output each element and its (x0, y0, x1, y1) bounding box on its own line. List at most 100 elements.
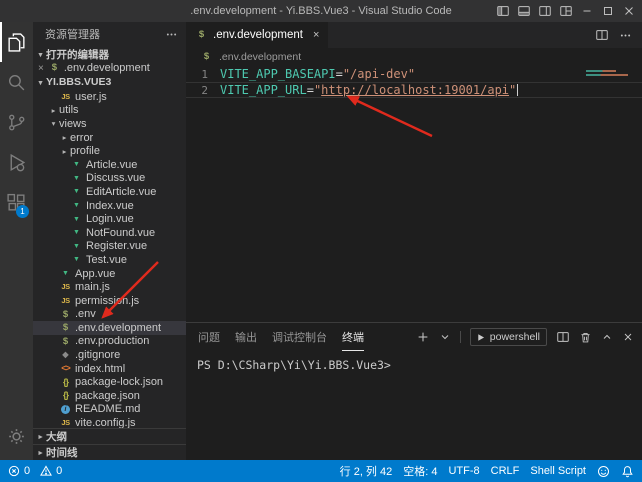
chevron-down-icon[interactable] (439, 331, 451, 343)
sidebar-title-bar: 资源管理器 (33, 22, 186, 46)
shell-label: powershell (490, 331, 540, 343)
tree-item-package-lock-json[interactable]: {}package-lock.json (33, 375, 186, 389)
toggle-sidebar-icon[interactable] (493, 2, 512, 20)
notifications-bell-icon[interactable] (621, 465, 634, 478)
json-file-icon: {} (59, 378, 72, 387)
file-label: Test.vue (86, 254, 127, 266)
tree-item-index-vue[interactable]: ▼Index.vue (33, 199, 186, 213)
maximize-panel-icon[interactable] (601, 331, 613, 343)
maximize-button[interactable] (598, 2, 617, 20)
url-link[interactable]: http://localhost:19001/api (321, 83, 509, 97)
panel-tab-问题[interactable]: 问题 (198, 323, 220, 351)
more-actions-icon[interactable] (619, 29, 632, 42)
problems-status[interactable]: 0 0 (8, 465, 68, 477)
panel-tab-输出[interactable]: 输出 (235, 323, 257, 351)
tree-item-env[interactable]: $.env (33, 308, 186, 322)
chevron-collapsed-icon: ▸ (59, 133, 70, 142)
terminal[interactable]: PS D:\CSharp\Yi\Yi.BBS.Vue3> (186, 351, 642, 460)
minimap[interactable] (586, 70, 628, 76)
file-label: .gitignore (75, 349, 120, 361)
tabbar-actions (595, 22, 642, 48)
activity-run-debug[interactable] (0, 142, 33, 182)
tree-item-notfound-vue[interactable]: ▼NotFound.vue (33, 226, 186, 240)
tree-item-views[interactable]: ▾views (33, 117, 186, 131)
activity-search[interactable] (0, 62, 33, 102)
warning-icon (40, 465, 52, 477)
tree-item-test-vue[interactable]: ▼Test.vue (33, 253, 186, 267)
tree-item-register-vue[interactable]: ▼Register.vue (33, 240, 186, 254)
tree-item-permission-js[interactable]: JSpermission.js (33, 294, 186, 308)
open-editor-item-env-development[interactable]: ×$.env.development (33, 62, 186, 74)
outline-header[interactable]: ▸ 大纲 (33, 428, 186, 444)
timeline-header[interactable]: ▸ 时间线 (33, 444, 186, 460)
minimize-button[interactable] (577, 2, 596, 20)
toggle-panel-icon[interactable] (514, 2, 533, 20)
panel-tab-调试控制台[interactable]: 调试控制台 (272, 323, 327, 351)
tree-item-discuss-vue[interactable]: ▼Discuss.vue (33, 172, 186, 186)
minimap-line-1 (586, 70, 616, 72)
run-debug-icon (6, 152, 27, 173)
tree-item-vite-config-js[interactable]: JSvite.config.js (33, 416, 186, 428)
more-actions-icon[interactable] (165, 28, 178, 41)
panel-tab-终端[interactable]: 终端 (342, 323, 364, 351)
terminal-tab-powershell[interactable]: powershell (470, 328, 547, 346)
activity-explorer[interactable] (0, 22, 33, 62)
kill-terminal-icon[interactable] (579, 331, 592, 344)
tree-item-env-development[interactable]: $.env.development (33, 321, 186, 335)
tree-item-package-json[interactable]: {}package.json (33, 389, 186, 403)
indentation[interactable]: 空格: 4 (403, 463, 437, 479)
close-window-button[interactable] (619, 2, 638, 20)
panel-tabs: 问题输出调试控制台终端 (198, 323, 364, 351)
split-editor-icon[interactable] (595, 28, 609, 42)
activity-settings[interactable] (0, 416, 33, 456)
language-mode[interactable]: Shell Script (530, 465, 586, 477)
tree-item-gitignore[interactable]: ◆.gitignore (33, 348, 186, 362)
vue-file-icon: ▼ (70, 161, 83, 168)
search-icon (6, 72, 27, 93)
sidebar-title: 资源管理器 (45, 26, 100, 42)
close-panel-icon[interactable] (622, 331, 634, 343)
feedback-smiley-icon[interactable] (597, 465, 610, 478)
breadcrumb-item[interactable]: .env.development (219, 51, 301, 63)
json-file-icon: {} (59, 391, 72, 400)
tree-item-profile[interactable]: ▸profile (33, 144, 186, 158)
toggle-secondary-sidebar-icon[interactable] (535, 2, 554, 20)
file-label: .env.production (75, 335, 149, 347)
explorer-icon (6, 32, 27, 53)
activity-extensions[interactable]: 1 (0, 182, 33, 222)
tree-item-app-vue[interactable]: ▼App.vue (33, 267, 186, 281)
tree-item-user-js[interactable]: JSuser.js (33, 90, 186, 104)
cursor-position[interactable]: 行 2, 列 42 (340, 463, 393, 479)
new-terminal-icon[interactable] (416, 330, 430, 344)
split-terminal-icon[interactable] (556, 330, 570, 344)
close-tab-icon[interactable]: × (313, 29, 319, 41)
close-editor-icon[interactable]: × (38, 63, 44, 74)
tree-item-article-vue[interactable]: ▼Article.vue (33, 158, 186, 172)
tree-item-index-html[interactable]: <>index.html (33, 362, 186, 376)
tree-item-main-js[interactable]: JSmain.js (33, 280, 186, 294)
activity-source-control[interactable] (0, 102, 33, 142)
code-editor[interactable]: 1VITE_APP_BASEAPI="/api-dev"2VITE_APP_UR… (186, 66, 642, 322)
code-lines: 1VITE_APP_BASEAPI="/api-dev"2VITE_APP_UR… (186, 66, 642, 98)
tree-item-error[interactable]: ▸error (33, 131, 186, 145)
customize-layout-icon[interactable] (556, 2, 575, 20)
js-file-icon: JS (59, 283, 72, 291)
env-file-icon: $ (48, 63, 61, 73)
file-label: README.md (75, 403, 140, 415)
terminal-prompt: PS D:\CSharp\Yi\Yi.BBS.Vue3> (197, 358, 391, 372)
tree-item-utils[interactable]: ▸utils (33, 104, 186, 118)
open-editors-header[interactable]: ▾ 打开的编辑器 (33, 46, 186, 62)
tree-item-login-vue[interactable]: ▼Login.vue (33, 212, 186, 226)
project-header[interactable]: ▾ YI.BBS.VUE3 (33, 74, 186, 90)
tab-env-development[interactable]: $ .env.development × (186, 22, 328, 48)
tree-item-editarticle-vue[interactable]: ▼EditArticle.vue (33, 185, 186, 199)
tree-item-readme-md[interactable]: iREADME.md (33, 403, 186, 417)
file-label: Article.vue (86, 159, 137, 171)
file-label: EditArticle.vue (86, 186, 156, 198)
eol-sequence[interactable]: CRLF (491, 465, 520, 477)
tree-item-env-production[interactable]: $.env.production (33, 335, 186, 349)
encoding[interactable]: UTF-8 (448, 465, 479, 477)
file-label: user.js (75, 91, 107, 103)
breadcrumb[interactable]: $ .env.development (186, 48, 642, 66)
file-tree: JSuser.js▸utils▾views▸error▸profile▼Arti… (33, 90, 186, 428)
